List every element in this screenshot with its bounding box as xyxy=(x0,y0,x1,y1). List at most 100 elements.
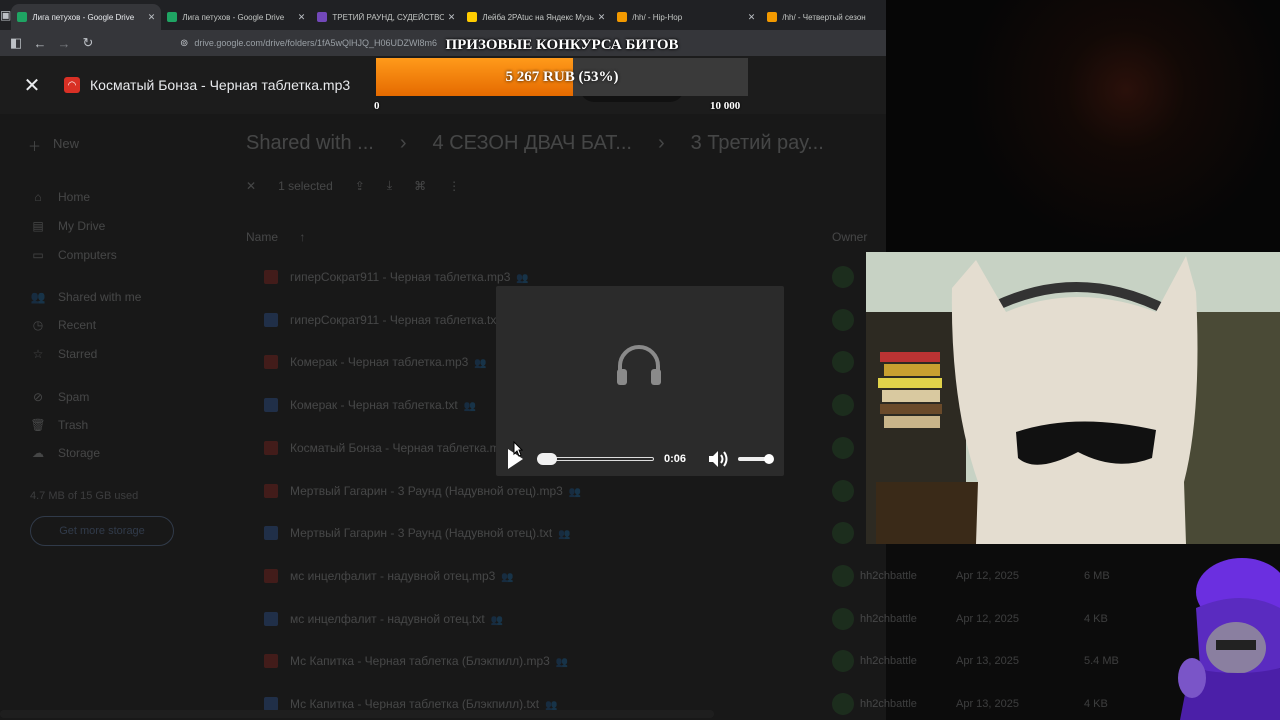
sidebar-item[interactable]: ⌂ Home xyxy=(30,190,90,204)
shared-icon: 👥 xyxy=(463,401,477,413)
shared-icon: 👥 xyxy=(568,486,582,498)
selected-count: 1 selected xyxy=(278,178,333,193)
owner-avatar xyxy=(832,266,854,288)
browser-tab[interactable]: Лига петухов - Google Drive ✕ xyxy=(161,4,311,30)
file-row[interactable]: мс инцелфалит - надувной отец.txt 👥 hh2chb… xyxy=(246,598,1108,640)
link-icon[interactable]: ⌘ xyxy=(414,179,426,193)
audio-file-icon xyxy=(264,440,278,455)
close-tab-icon[interactable]: ✕ xyxy=(598,12,606,23)
owner-name: hh2chbattle xyxy=(860,612,917,625)
file-size: 4 KB xyxy=(1084,612,1108,625)
sidebar-item-icon: ☁ xyxy=(32,446,44,460)
text-file-icon xyxy=(264,312,278,327)
sidebar-item[interactable]: ◷ Recent xyxy=(30,318,96,332)
sidebar-item-icon: ▤ xyxy=(32,219,44,233)
donation-progress-bar: 5 267 RUB (53%) xyxy=(376,58,748,96)
file-name: мс инцелфалит - надувной отец.mp3 👥 xyxy=(290,568,514,583)
modified-date: Apr 12, 2025 xyxy=(956,569,1019,582)
browser-tab[interactable]: ТРЕТИЙ РАУНД, СУДЕЙСТВО / ✕ xyxy=(311,4,461,30)
close-tab-icon[interactable]: ✕ xyxy=(148,12,156,23)
breadcrumb-item[interactable]: Shared with ... xyxy=(246,132,374,155)
owner-avatar xyxy=(832,607,854,630)
sidebar-item[interactable]: ▤ My Drive xyxy=(30,219,105,233)
forward-icon[interactable]: → xyxy=(52,36,76,51)
viewer-file-title: Косматый Бонза - Черная таблетка.mp3 xyxy=(90,77,351,93)
file-row[interactable]: Мертвый Гагарин - 3 Раунд (Надувной отец… xyxy=(246,512,886,554)
shared-icon: 👥 xyxy=(474,358,487,370)
file-row[interactable]: мс инцелфалит - надувной отец.mp3 👥 hh2chb… xyxy=(246,555,1110,597)
get-more-storage-button[interactable]: Get more storage xyxy=(30,516,174,546)
selection-toolbar: ✕ 1 selected ⇪ ⤓ ⌘ ⋮ xyxy=(246,178,460,193)
browser-tab[interactable]: /hh/ - Hip-Hop ✕ xyxy=(611,4,761,30)
donation-goal-title: ПРИЗОВЫЕ КОНКУРСА БИТОВ xyxy=(445,37,679,53)
more-actions-icon[interactable]: ⋮ xyxy=(448,179,460,193)
sidebar-item[interactable]: ☆ Starred xyxy=(30,347,98,361)
sidebar-item[interactable]: ☁ Storage xyxy=(30,446,100,460)
audio-player: 0:06 xyxy=(496,286,784,476)
shared-icon: 👥 xyxy=(490,614,504,626)
download-icon[interactable]: ⤓ xyxy=(387,178,392,193)
volume-slider[interactable] xyxy=(738,454,774,464)
breadcrumb-item[interactable]: 4 СЕЗОН ДВАЧ БАТ... xyxy=(433,132,632,155)
tab-title: /hh/ - Hip-Hop xyxy=(632,12,683,22)
bolt-icon xyxy=(767,12,778,22)
dark-camera-panel xyxy=(886,0,1280,252)
name-column-label: Name xyxy=(246,230,279,244)
file-row[interactable]: Мс Капитка - Черная таблетка (Блэкпилл).… xyxy=(246,640,1119,682)
sidebar-item-label: Starred xyxy=(58,347,98,361)
bolt-icon xyxy=(617,12,628,22)
sidebar-item[interactable]: ▭ Computers xyxy=(30,248,116,262)
file-size: 5.4 MB xyxy=(1084,655,1119,668)
current-time: 0:06 xyxy=(664,453,687,465)
breadcrumb-item[interactable]: 3 Третий рау... xyxy=(691,132,824,155)
close-tab-icon[interactable]: ✕ xyxy=(448,12,456,23)
seek-handle[interactable] xyxy=(537,453,558,465)
sidebar-item-icon: ◷ xyxy=(32,318,44,332)
owner-avatar xyxy=(832,436,854,459)
file-name: Мертвый Гагарин - 3 Раунд (Надувной отец… xyxy=(290,483,582,498)
back-icon[interactable]: ← xyxy=(28,36,52,51)
file-size: 4 KB xyxy=(1084,698,1108,710)
close-tab-icon[interactable]: ✕ xyxy=(748,12,756,23)
audio-file-icon xyxy=(264,483,278,498)
sidebar-item-icon: 👥 xyxy=(30,290,46,304)
reload-icon[interactable]: ↻ xyxy=(76,35,100,51)
sidebar-item-label: Spam xyxy=(58,390,90,404)
player-controls: 0:06 xyxy=(496,446,784,474)
clear-selection-icon[interactable]: ✕ xyxy=(246,179,256,193)
sort-arrow-icon[interactable]: ↑ xyxy=(299,230,305,244)
drive-icon xyxy=(167,12,178,22)
close-viewer-icon[interactable]: ✕ xyxy=(0,73,64,98)
sidebar-item-label: Shared with me xyxy=(58,290,142,304)
headphones-file-icon: ◠ xyxy=(64,77,80,93)
sidebar-item-icon: ⊘ xyxy=(32,390,44,404)
volume-handle[interactable] xyxy=(763,454,774,464)
close-tab-icon[interactable]: ✕ xyxy=(298,12,306,23)
sidebar-item[interactable]: 👥 Shared with me xyxy=(30,290,142,304)
sidebar-item[interactable]: 🗑 Trash xyxy=(30,418,88,432)
shared-icon: 👥 xyxy=(501,571,514,583)
browser-tab[interactable]: Лейба 2РАtuc на Яндекс Музы ✕ xyxy=(461,4,611,30)
owner-column-header[interactable]: Owner xyxy=(832,230,867,244)
seek-slider[interactable] xyxy=(537,453,654,465)
browser-tab[interactable]: Лига петухов - Google Drive ✕ xyxy=(11,4,162,30)
owner-name: hh2chbattle xyxy=(860,569,917,582)
sidebar-item-label: My Drive xyxy=(58,219,106,233)
volume-icon[interactable] xyxy=(708,449,730,469)
site-info-icon[interactable]: ⊚ xyxy=(180,38,188,49)
tab-title: ТРЕТИЙ РАУНД, СУДЕЙСТВО / xyxy=(332,12,444,22)
name-column-header[interactable]: Name ↑ xyxy=(246,230,305,244)
sidebar-item-icon: ▭ xyxy=(32,248,44,262)
sidebar-item-icon: 🗑 xyxy=(30,418,46,432)
share-icon[interactable]: ⇪ xyxy=(355,179,365,193)
sidebar-toggle-icon[interactable]: ◧ xyxy=(4,35,28,51)
tab-strip: ▣ Лига петухов - Google Drive ✕ Лига петух… xyxy=(0,0,886,30)
file-size: 6 MB xyxy=(1084,569,1110,582)
modified-date: Apr 12, 2025 xyxy=(956,612,1019,625)
headphones-icon xyxy=(617,345,661,385)
modified-date: Apr 13, 2025 xyxy=(956,655,1019,668)
tab-search-icon[interactable]: ▣ xyxy=(0,0,11,30)
sidebar-item[interactable]: ⊘ Spam xyxy=(30,390,89,404)
horizontal-scrollbar[interactable] xyxy=(0,710,714,718)
new-button[interactable]: ＋ New xyxy=(28,136,79,155)
